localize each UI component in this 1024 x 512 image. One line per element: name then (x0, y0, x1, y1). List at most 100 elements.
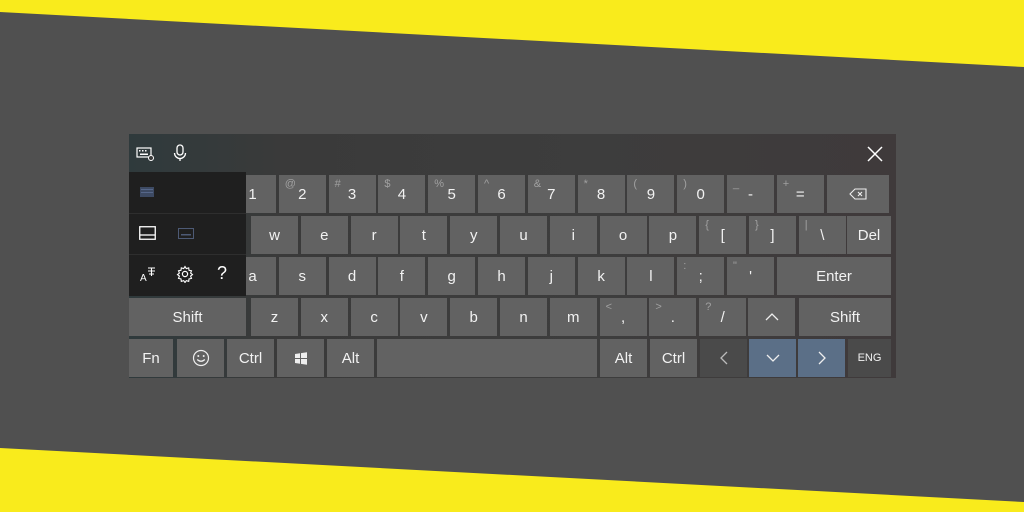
text-prediction-icon[interactable]: A (139, 265, 157, 283)
secondary-label: + (782, 178, 790, 190)
fn-key[interactable]: Fn (129, 339, 173, 377)
key-qwerty-11[interactable]: | \ (798, 216, 846, 254)
key-home-10[interactable]: " ' (727, 257, 774, 295)
close-icon[interactable] (865, 144, 885, 164)
arrow-down-key[interactable] (749, 339, 796, 377)
key-label: r (371, 226, 377, 244)
key-bottom-0[interactable]: z (251, 298, 298, 336)
key-numbers-9[interactable]: ) 0 (677, 175, 725, 213)
settings-icon[interactable] (176, 265, 194, 283)
key-bottom-2[interactable]: c (350, 298, 398, 336)
shift-right-key[interactable]: Shift (799, 298, 891, 336)
key-qwerty-1[interactable]: e (300, 216, 348, 254)
secondary-label: } (755, 219, 759, 231)
key-home-5[interactable]: h (478, 257, 525, 295)
language-key[interactable]: ENG (848, 339, 891, 377)
key-bottom-8[interactable]: >. (649, 298, 697, 336)
key-qwerty-6[interactable]: i (549, 216, 597, 254)
alt-right-key[interactable]: Alt (600, 339, 647, 377)
full-keyboard-icon[interactable] (140, 187, 154, 197)
key-label: h (497, 267, 506, 285)
key-numbers-1[interactable]: @2 (278, 175, 326, 213)
key-qwerty-3[interactable]: t (400, 216, 448, 254)
key-home-3[interactable]: f (378, 257, 426, 295)
key-home-1[interactable]: s (278, 257, 326, 295)
secondary-label: > (655, 301, 662, 313)
arrow-left-key[interactable] (700, 339, 747, 377)
key-label: 6 (497, 185, 506, 203)
key-label: a (248, 267, 257, 285)
key-qwerty-7[interactable]: o (599, 216, 647, 254)
key-label: [ (720, 226, 725, 244)
key-qwerty-5[interactable]: u (500, 216, 547, 254)
shift-left-key[interactable]: Shift (129, 298, 246, 336)
key-label: Ctrl (238, 349, 263, 367)
key-home-4[interactable]: g (428, 257, 476, 295)
emoji-key[interactable] (177, 339, 224, 377)
key-label: t (421, 226, 426, 244)
key-home-6[interactable]: j (527, 257, 575, 295)
secondary-label: # (334, 178, 341, 190)
key-label: Fn (142, 349, 160, 367)
key-numbers-10[interactable]: _ - (727, 175, 774, 213)
key-bottom-6[interactable]: m (549, 298, 597, 336)
key-qwerty-4[interactable]: y (450, 216, 498, 254)
key-numbers-6[interactable]: & 7 (527, 175, 575, 213)
key-home-8[interactable]: l (627, 257, 675, 295)
key-bottom-3[interactable]: v (400, 298, 448, 336)
key-label: g (447, 267, 456, 285)
key-bottom-9[interactable]: ? / (699, 298, 747, 336)
space-key[interactable] (377, 339, 597, 377)
key-qwerty-10[interactable]: }] (749, 216, 796, 254)
del-key[interactable]: Del (847, 216, 891, 254)
arrow-down-icon (766, 354, 779, 362)
windows-icon (294, 351, 307, 365)
help-button[interactable]: ? (217, 263, 227, 284)
key-qwerty-2[interactable]: r (350, 216, 398, 254)
arrow-right-icon (818, 351, 826, 365)
key-label: ; (698, 267, 703, 285)
microphone-icon[interactable] (171, 144, 189, 162)
key-home-7[interactable]: k (577, 257, 625, 295)
key-numbers-7[interactable]: * 8 (577, 175, 625, 213)
ctrl-left-key[interactable]: Ctrl (227, 339, 274, 377)
key-bottom-1[interactable]: x (300, 298, 348, 336)
key-home-9[interactable]: :; (677, 257, 725, 295)
secondary-label: | (804, 219, 808, 231)
key-label: z (270, 308, 279, 326)
secondary-label: " (733, 260, 737, 272)
key-qwerty-9[interactable]: {[ (699, 216, 747, 254)
key-label: 9 (646, 185, 656, 203)
key-qwerty-8[interactable]: p (649, 216, 697, 254)
key-numbers-2[interactable]: #3 (328, 175, 376, 213)
arrow-right-key[interactable] (798, 339, 845, 377)
key-bottom-7[interactable]: <, (599, 298, 647, 336)
key-bottom-4[interactable]: b (450, 298, 498, 336)
panel-row-1 (129, 172, 246, 214)
key-numbers-4[interactable]: % 5 (428, 175, 476, 213)
panel-row-2 (129, 213, 246, 255)
key-label: 1 (248, 185, 257, 203)
key-label: j (549, 267, 553, 285)
key-numbers-8[interactable]: (9 (627, 175, 675, 213)
touch-keyboard: 1 @2 #3 $4% 5 ^ 6 & 7 * 8(9) 0 _ - + = w e r t y u i o p{[}] | \ a s… (129, 134, 896, 378)
keyboard-settings-icon[interactable] (136, 144, 154, 162)
split-keyboard-icon[interactable] (178, 228, 194, 239)
key-label: 5 (447, 185, 456, 203)
key-numbers-11[interactable]: + = (776, 175, 824, 213)
key-numbers-3[interactable]: $4 (378, 175, 426, 213)
ctrl-right-key[interactable]: Ctrl (650, 339, 697, 377)
enter-key[interactable]: Enter (777, 257, 891, 295)
windows-key[interactable] (277, 339, 324, 377)
svg-text:A: A (140, 273, 147, 283)
key-bottom-5[interactable]: n (500, 298, 547, 336)
key-qwerty-0[interactable]: w (251, 216, 298, 254)
backspace-key[interactable] (827, 175, 889, 213)
alt-left-key[interactable]: Alt (327, 339, 374, 377)
arrow-up-key[interactable] (748, 298, 795, 336)
key-label: Ctrl (661, 349, 686, 367)
key-numbers-5[interactable]: ^ 6 (478, 175, 525, 213)
standard-keyboard-icon[interactable] (139, 226, 156, 240)
emoji-icon (192, 349, 209, 367)
key-home-2[interactable]: d (328, 257, 376, 295)
